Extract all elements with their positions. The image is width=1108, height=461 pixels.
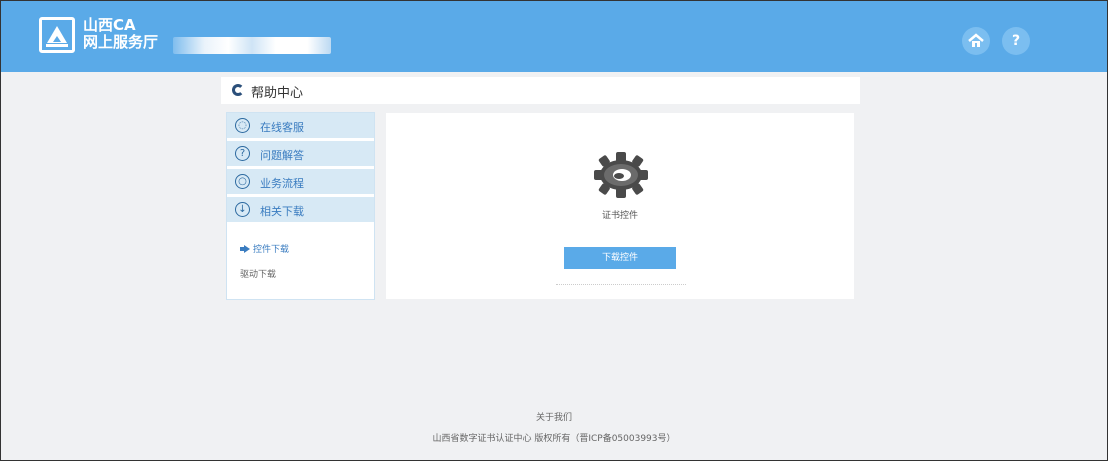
sidebar-item-label: 相关下载 [260, 205, 304, 218]
gear-icon [594, 152, 648, 198]
sidebar-item-faq[interactable]: ? 问题解答 [227, 141, 374, 167]
user-info-redacted [173, 37, 331, 54]
help-button[interactable]: ? [1002, 27, 1030, 55]
page-title-bar: 帮助中心 [221, 77, 860, 104]
refresh-icon [232, 84, 244, 96]
submenu-control-download[interactable]: 控件下载 [240, 242, 289, 255]
logo-icon[interactable] [39, 17, 75, 53]
submenu-label: 控件下载 [253, 245, 290, 255]
brand-line-2: 网上服务厅 [83, 33, 159, 51]
footer-copyright: 山西省数字证书认证中心 版权所有（晋ICP备05003993号） [432, 434, 676, 444]
download-control-button[interactable]: 下载控件 [564, 247, 676, 269]
top-header: 山西CA 网上服务厅 ? [1, 1, 1107, 72]
sidebar-item-downloads[interactable]: ↓ 相关下载 [227, 197, 374, 223]
footer-about-link[interactable]: 关于我们 [0, 410, 1108, 423]
home-button[interactable] [962, 27, 990, 55]
support-icon: ◌ [235, 118, 250, 133]
home-icon [968, 33, 984, 47]
sidebar-item-label: 问题解答 [260, 149, 304, 162]
brand-line-1: 山西CA [83, 16, 136, 34]
sidebar-item-label: 在线客服 [260, 121, 304, 134]
sidebar-item-label: 业务流程 [260, 177, 304, 190]
question-icon: ? [235, 146, 250, 161]
divider [556, 284, 686, 285]
sidebar-item-process[interactable]: ○ 业务流程 [227, 169, 374, 195]
page-title: 帮助中心 [251, 86, 304, 101]
main-content: 证书控件 下载控件 [386, 113, 854, 299]
process-icon: ○ [235, 174, 250, 189]
sidebar-item-online-support[interactable]: ◌ 在线客服 [227, 113, 374, 139]
brand-title[interactable]: 山西CA 网上服务厅 [83, 17, 158, 51]
submenu-driver-download[interactable]: 驱动下载 [240, 267, 276, 280]
control-name-label: 证书控件 [601, 211, 638, 221]
download-icon: ↓ [235, 202, 250, 217]
